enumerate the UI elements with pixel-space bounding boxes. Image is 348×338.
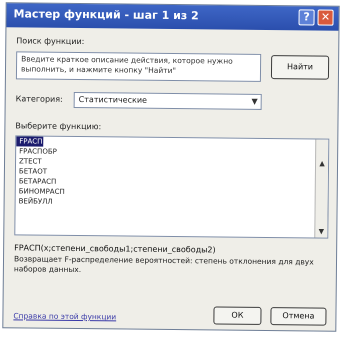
list-item[interactable]: ВЕЙБУЛЛ [16,196,99,207]
title-bar[interactable]: Мастер функций - шаг 1 из 2 ? ✕ [6,3,339,31]
window-title: Мастер функций - шаг 1 из 2 [13,7,199,23]
list-item[interactable]: FРАСП [16,136,44,147]
chevron-up-icon[interactable]: ▲ [316,158,328,170]
function-wizard-dialog: Мастер функций - шаг 1 из 2 ? ✕ Поиск фу… [2,2,340,332]
list-scrollbar[interactable]: ▲ ▼ [314,139,329,238]
chevron-down-icon[interactable]: ▼ [315,226,327,238]
cancel-button[interactable]: Отмена [270,307,327,326]
chevron-down-icon[interactable]: ▼ [251,95,257,109]
category-select[interactable]: Статистические ▼ [73,91,262,110]
function-list[interactable]: FРАСП FРАСПОБР ZТЕСТ БЕТАОТ БЕТАРАСП БИН… [14,135,330,239]
help-link[interactable]: Справка по этой функции [13,311,116,321]
help-icon[interactable]: ? [298,9,315,26]
function-description: Возвращает F-распределение вероятностей:… [13,254,314,275]
function-signature: FРАСП(х;степени_свободы1;степени_свободы… [14,243,216,255]
category-label: Категория: [15,94,63,104]
category-value: Статистические [78,95,148,105]
search-input[interactable]: Введите краткое описание действия, котор… [15,51,262,82]
close-icon[interactable]: ✕ [317,9,334,26]
search-label: Поиск функции: [16,36,85,47]
find-button[interactable]: Найти [270,55,330,80]
ok-button[interactable]: ОК [213,306,262,325]
function-list-label: Выберите функцию: [15,121,102,132]
